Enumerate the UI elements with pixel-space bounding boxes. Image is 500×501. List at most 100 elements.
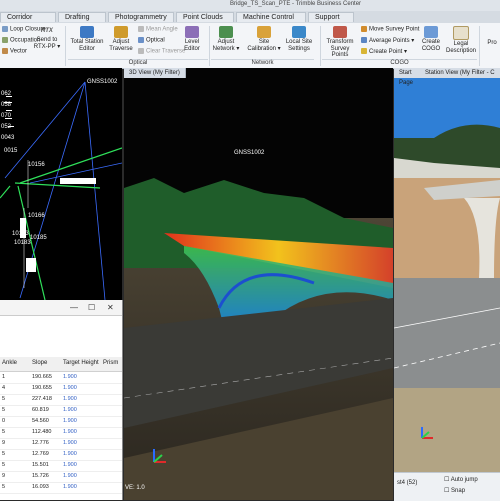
mean-angle-icon <box>138 26 144 32</box>
table-cell: 1.900 <box>63 418 77 424</box>
plan-view[interactable]: GNSS1002 0015 10156 10166 10185 10173 10… <box>0 68 122 300</box>
column-header-slope[interactable]: Slope <box>32 360 47 366</box>
station-view-toolbar: st4 (52) ☐ Auto jump ☐ Snap <box>394 472 500 501</box>
optical-group-label: Optical <box>68 59 208 68</box>
table-cell: 60.819 <box>32 407 49 413</box>
window-title: Bridge_TS_Scan_PTE - Trimble Business Ce… <box>230 1 362 7</box>
point-label: 10183 <box>14 240 31 246</box>
total-station-editor-button[interactable]: Total Station Editor <box>68 24 106 52</box>
point-label: 10185 <box>30 235 47 241</box>
mean-angle-button[interactable]: Mean Angle <box>138 26 178 33</box>
clear-traverse-button[interactable]: Clear Traverse <box>138 48 185 55</box>
maximize-button[interactable]: ☐ <box>88 303 95 312</box>
adjust-traverse-button[interactable]: Adjust Traverse <box>106 24 136 52</box>
clear-traverse-icon <box>138 48 144 54</box>
move-survey-point-icon <box>361 26 367 32</box>
table-cell: 9 <box>2 473 6 479</box>
cogo-group-label: COGO <box>322 59 477 68</box>
tab-station-view[interactable]: Station View (My Filter - C <box>420 68 500 78</box>
vertical-exaggeration: VE: 1.0 <box>125 485 145 491</box>
point-label: 10173 <box>12 231 29 237</box>
site-calibration-icon <box>257 26 271 38</box>
optical-button[interactable]: Optical <box>138 37 165 44</box>
ribbon-separator <box>209 26 210 66</box>
column-header-ankle[interactable]: Ankle <box>2 360 17 366</box>
dialog-titlebar: — ☐ ✕ <box>0 300 122 316</box>
table-cell: 1.900 <box>63 385 77 391</box>
3d-view[interactable]: 3D View (My Filter) GNSS1002 VE: 1.0 <box>124 68 393 500</box>
table-cell: 15.501 <box>32 462 49 468</box>
table-row[interactable]: 5 16.093 1.900 <box>0 482 122 494</box>
table-cell: 227.418 <box>32 396 52 402</box>
table-cell: 1.900 <box>63 429 77 435</box>
tab-photogrammetry[interactable]: Photogrammetry <box>108 12 174 22</box>
table-cell: 1 <box>2 374 6 380</box>
average-points-button[interactable]: Average Points ▾ <box>361 37 414 44</box>
network-lines <box>4 81 122 300</box>
table-cell: 5 <box>2 407 6 413</box>
column-header-prism[interactable]: Prism <box>103 360 118 366</box>
table-cell: 12.769 <box>32 451 49 457</box>
table-cell: 190.665 <box>32 374 52 380</box>
create-point-button[interactable]: Create Point ▾ <box>361 48 407 55</box>
value-label: 062 <box>1 91 12 97</box>
ribbon-separator <box>65 26 66 66</box>
tab-support[interactable]: Support <box>308 12 354 22</box>
minimize-button[interactable]: — <box>70 303 78 312</box>
create-point-icon <box>361 48 367 55</box>
point-label: 10156 <box>28 162 45 168</box>
close-button[interactable]: ✕ <box>107 303 114 312</box>
table-cell: 1.900 <box>63 440 77 446</box>
level-editor-button[interactable]: Level Editor <box>181 24 203 52</box>
point-label: 10166 <box>28 213 45 219</box>
ribbon-separator <box>479 26 480 66</box>
table-cell: 1.900 <box>63 484 77 490</box>
pro-button[interactable]: Pro <box>484 40 500 47</box>
table-cell: 190.655 <box>32 385 52 391</box>
tab-3d-view[interactable]: 3D View (My Filter) <box>124 68 186 78</box>
auto-jump-checkbox[interactable]: ☐ Auto jump <box>444 476 478 483</box>
network-group-label: Network <box>211 59 314 68</box>
loop-closure-button[interactable]: Loop Closure <box>2 26 46 33</box>
table-cell: 1.900 <box>63 462 77 468</box>
create-cogo-button[interactable]: Create COGO <box>418 24 444 52</box>
point-cloud-svg <box>124 178 393 500</box>
legal-description-button[interactable]: Legal Description <box>446 24 476 54</box>
tab-machine-control[interactable]: Machine Control <box>236 12 306 22</box>
local-site-settings-button[interactable]: Local Site Settings <box>284 24 314 52</box>
tab-corridor[interactable]: Corridor <box>0 12 56 22</box>
table-cell: 54.560 <box>32 418 49 424</box>
station-photo-svg <box>394 68 500 500</box>
axis-triad-icon <box>421 427 433 439</box>
tab-point-clouds[interactable]: Point Clouds <box>176 12 234 22</box>
vector-icon <box>2 48 8 54</box>
site-calibration-button[interactable]: Site Calibration ▾ <box>245 24 283 52</box>
table-cell: 5 <box>2 429 6 435</box>
axis-triad-icon <box>153 449 166 463</box>
average-points-icon <box>361 37 367 44</box>
adjust-network-button[interactable]: Adjust Network ▾ <box>211 24 241 52</box>
value-label: 0043 <box>1 135 15 141</box>
table-cell: 5 <box>2 451 6 457</box>
tab-drafting[interactable]: Drafting <box>58 12 106 22</box>
vector-button[interactable]: Vector <box>2 48 27 55</box>
move-survey-point-button[interactable]: Move Survey Point <box>361 26 419 33</box>
point-label: 0015 <box>4 148 18 154</box>
table-cell: 15.726 <box>32 473 49 479</box>
table-cell: 1.900 <box>63 451 77 457</box>
table-cell: 1.900 <box>63 374 77 380</box>
ribbon-separator <box>320 26 321 66</box>
loop-closure-icon <box>2 26 8 32</box>
transform-survey-points-button[interactable]: Transform Survey Points <box>322 24 358 59</box>
value-label: 058 <box>1 102 12 108</box>
traverse-lines <box>0 147 122 300</box>
gnss-point-label: GNSS1002 <box>234 150 265 156</box>
column-header-target-height[interactable]: Target Height <box>63 360 99 366</box>
snap-checkbox[interactable]: ☐ Snap <box>444 487 465 494</box>
send-to-rtx-button[interactable]: Send to RTX-PP ▾ <box>30 37 64 50</box>
station-view[interactable]: Start Page Station View (My Filter - C <box>394 68 500 500</box>
table-cell: 5 <box>2 484 6 490</box>
transform-survey-points-icon <box>333 26 347 38</box>
table-cell: 5 <box>2 462 6 468</box>
table-cell: 112.480 <box>32 429 52 435</box>
